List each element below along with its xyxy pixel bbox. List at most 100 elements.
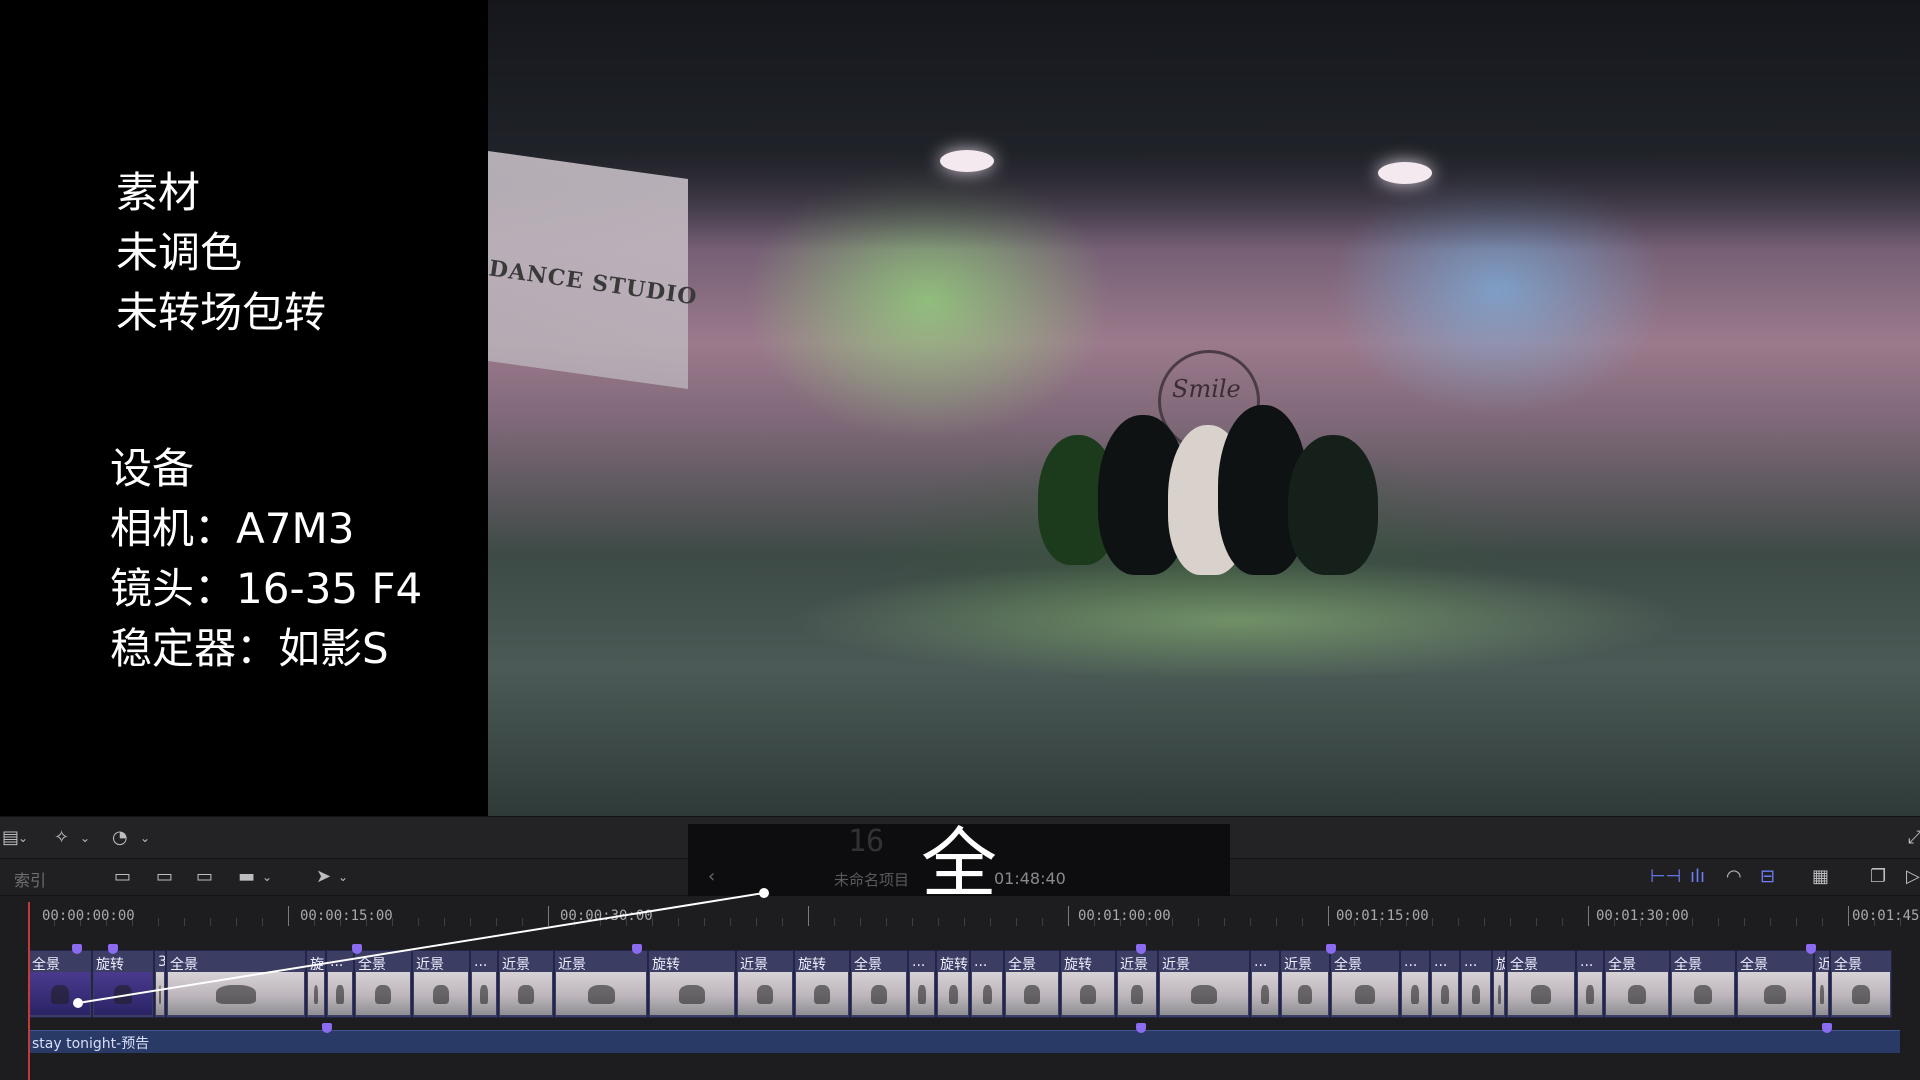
audio-skimming-icon[interactable]: ılı <box>1690 867 1705 887</box>
timeline-clip[interactable]: 近 <box>1814 950 1830 1018</box>
timeline-clip[interactable]: 近景 <box>498 950 554 1018</box>
timeline-clip[interactable]: 全景 <box>166 950 306 1018</box>
overwrite-clip-icon[interactable]: ▬ <box>238 867 255 887</box>
ruler-tick <box>184 918 185 926</box>
clip-thumbnail <box>168 972 304 1015</box>
timeline-clip[interactable]: 全景 <box>1506 950 1576 1018</box>
timeline-ruler[interactable]: 00:00:00:00 00:00:15:00 00:00:30:00 00:01:0… <box>0 896 1920 936</box>
headphones-icon[interactable]: ◠ <box>1726 867 1742 887</box>
ruler-tick <box>704 918 705 926</box>
audio-marker-icon[interactable] <box>1822 1023 1832 1033</box>
marker-icon[interactable] <box>72 944 82 954</box>
timeline-clip[interactable]: 全景 <box>1004 950 1060 1018</box>
marker-icon[interactable] <box>632 944 642 954</box>
ruler-tick <box>1796 918 1797 926</box>
clip-label: 旋转 <box>96 957 124 973</box>
ruler-tick <box>262 918 263 926</box>
timeline-clip[interactable]: ... <box>1460 950 1492 1018</box>
chevron-down-icon[interactable]: ⌄ <box>18 828 28 848</box>
timeline-clip[interactable]: 近景 <box>554 950 648 1018</box>
timeline-clip[interactable]: 旋转 <box>92 950 154 1018</box>
timeline-clip[interactable]: 全景 <box>354 950 412 1018</box>
timeline-clip[interactable]: 近景 <box>736 950 794 1018</box>
ruler-tick <box>756 918 757 926</box>
effects-browser-icon[interactable]: ❐ <box>1870 867 1886 887</box>
timeline-clip[interactable]: 旋转 <box>648 950 736 1018</box>
magic-wand-icon[interactable]: ✧ <box>54 828 69 848</box>
timeline-clip[interactable]: 旋 <box>306 950 326 1018</box>
marker-icon[interactable] <box>108 944 118 954</box>
timeline-clip[interactable]: 全景 <box>1670 950 1736 1018</box>
playhead[interactable] <box>28 902 30 1080</box>
clip-thumbnail <box>500 972 552 1015</box>
ruler-tick <box>1302 918 1303 926</box>
clip-thumbnail <box>796 972 848 1015</box>
marker-icon[interactable] <box>352 944 362 954</box>
timeline-clip[interactable]: 旋 <box>1492 950 1506 1018</box>
info-no-transition: 未转场包转 <box>116 288 327 337</box>
clip-appearance-icon[interactable]: ▦ <box>1812 867 1829 887</box>
fullscreen-icon[interactable]: ⤢ <box>1908 828 1920 848</box>
clip-label: 旋 <box>310 957 324 973</box>
snapping-icon[interactable]: ⊟ <box>1760 867 1775 887</box>
clip-thumbnail <box>1578 972 1602 1015</box>
ruler-tick <box>782 918 783 926</box>
clip-label: 近景 <box>1120 957 1148 973</box>
chevron-down-icon[interactable]: ⌄ <box>338 867 348 887</box>
timeline-clip[interactable]: 全景 <box>1330 950 1400 1018</box>
marker-icon[interactable] <box>1806 944 1816 954</box>
info-camera: 相机：A7M3 <box>110 504 355 553</box>
ceiling-lamp-icon <box>1378 162 1432 184</box>
timeline-clip[interactable]: ... <box>1400 950 1430 1018</box>
timeline-clip[interactable]: 全景 <box>1736 950 1814 1018</box>
select-arrow-icon[interactable]: ➤ <box>316 867 331 887</box>
audio-track[interactable]: stay tonight-预告 <box>28 1023 1900 1053</box>
clip-thumbnail <box>1832 972 1890 1015</box>
timeline-clip[interactable]: 旋转 <box>794 950 850 1018</box>
video-viewer[interactable]: DANCE STUDIO Smile <box>488 0 1920 816</box>
clip-thumbnail <box>30 972 90 1015</box>
marker-icon[interactable] <box>1136 944 1146 954</box>
chevron-down-icon[interactable]: ⌄ <box>262 867 272 887</box>
audio-marker-icon[interactable] <box>1136 1023 1146 1033</box>
chevron-down-icon[interactable]: ⌄ <box>80 828 90 848</box>
timeline-clip[interactable]: ... <box>326 950 354 1018</box>
ruler-tick <box>1692 918 1693 926</box>
insert-clip-icon[interactable]: ▭ <box>156 867 173 887</box>
timeline-clip[interactable]: 3 <box>154 950 166 1018</box>
skimming-icon[interactable]: ⊢⊣ <box>1650 867 1681 887</box>
clip-thumbnail <box>1462 972 1490 1015</box>
timeline-clip[interactable]: ... <box>1430 950 1460 1018</box>
chevron-down-icon[interactable]: ⌄ <box>140 828 150 848</box>
timeline-clip[interactable]: 旋转 <box>1060 950 1116 1018</box>
connect-clip-icon[interactable]: ▭ <box>114 867 131 887</box>
timeline-clip[interactable]: ... <box>970 950 1004 1018</box>
clip-label: 全景 <box>1834 957 1862 973</box>
timeline-clip[interactable]: 近景 <box>1280 950 1330 1018</box>
speed-gauge-icon[interactable]: ◔ <box>112 828 128 848</box>
layout-icon[interactable]: ▤ <box>2 828 19 848</box>
clip-thumbnail <box>738 972 792 1015</box>
timeline-clip[interactable]: 近景 <box>1158 950 1250 1018</box>
ruler-major-tick <box>288 906 289 926</box>
timeline-clip[interactable]: ... <box>908 950 936 1018</box>
timeline-clip[interactable]: 近景 <box>412 950 470 1018</box>
audio-marker-icon[interactable] <box>322 1023 332 1033</box>
timeline-clip[interactable]: ... <box>1250 950 1280 1018</box>
ruler-tick <box>1770 918 1771 926</box>
timeline-clip[interactable]: 全景 <box>28 950 92 1018</box>
timeline-clip[interactable]: 旋转 <box>936 950 970 1018</box>
clip-thumbnail <box>1332 972 1398 1015</box>
ruler-major-tick <box>808 906 809 926</box>
timeline-clip[interactable]: 全景 <box>850 950 908 1018</box>
timeline-clip[interactable]: ... <box>470 950 498 1018</box>
index-button[interactable]: 索引 <box>14 867 46 891</box>
timeline-clip[interactable]: ... <box>1576 950 1604 1018</box>
append-clip-icon[interactable]: ▭ <box>196 867 213 887</box>
transitions-icon[interactable]: ▷ <box>1906 867 1920 887</box>
timeline-clip[interactable]: 近景 <box>1116 950 1158 1018</box>
timeline-clip[interactable]: 全景 <box>1830 950 1892 1018</box>
clip-thumbnail <box>156 972 164 1015</box>
timeline-clip[interactable]: 全景 <box>1604 950 1670 1018</box>
marker-icon[interactable] <box>1326 944 1336 954</box>
